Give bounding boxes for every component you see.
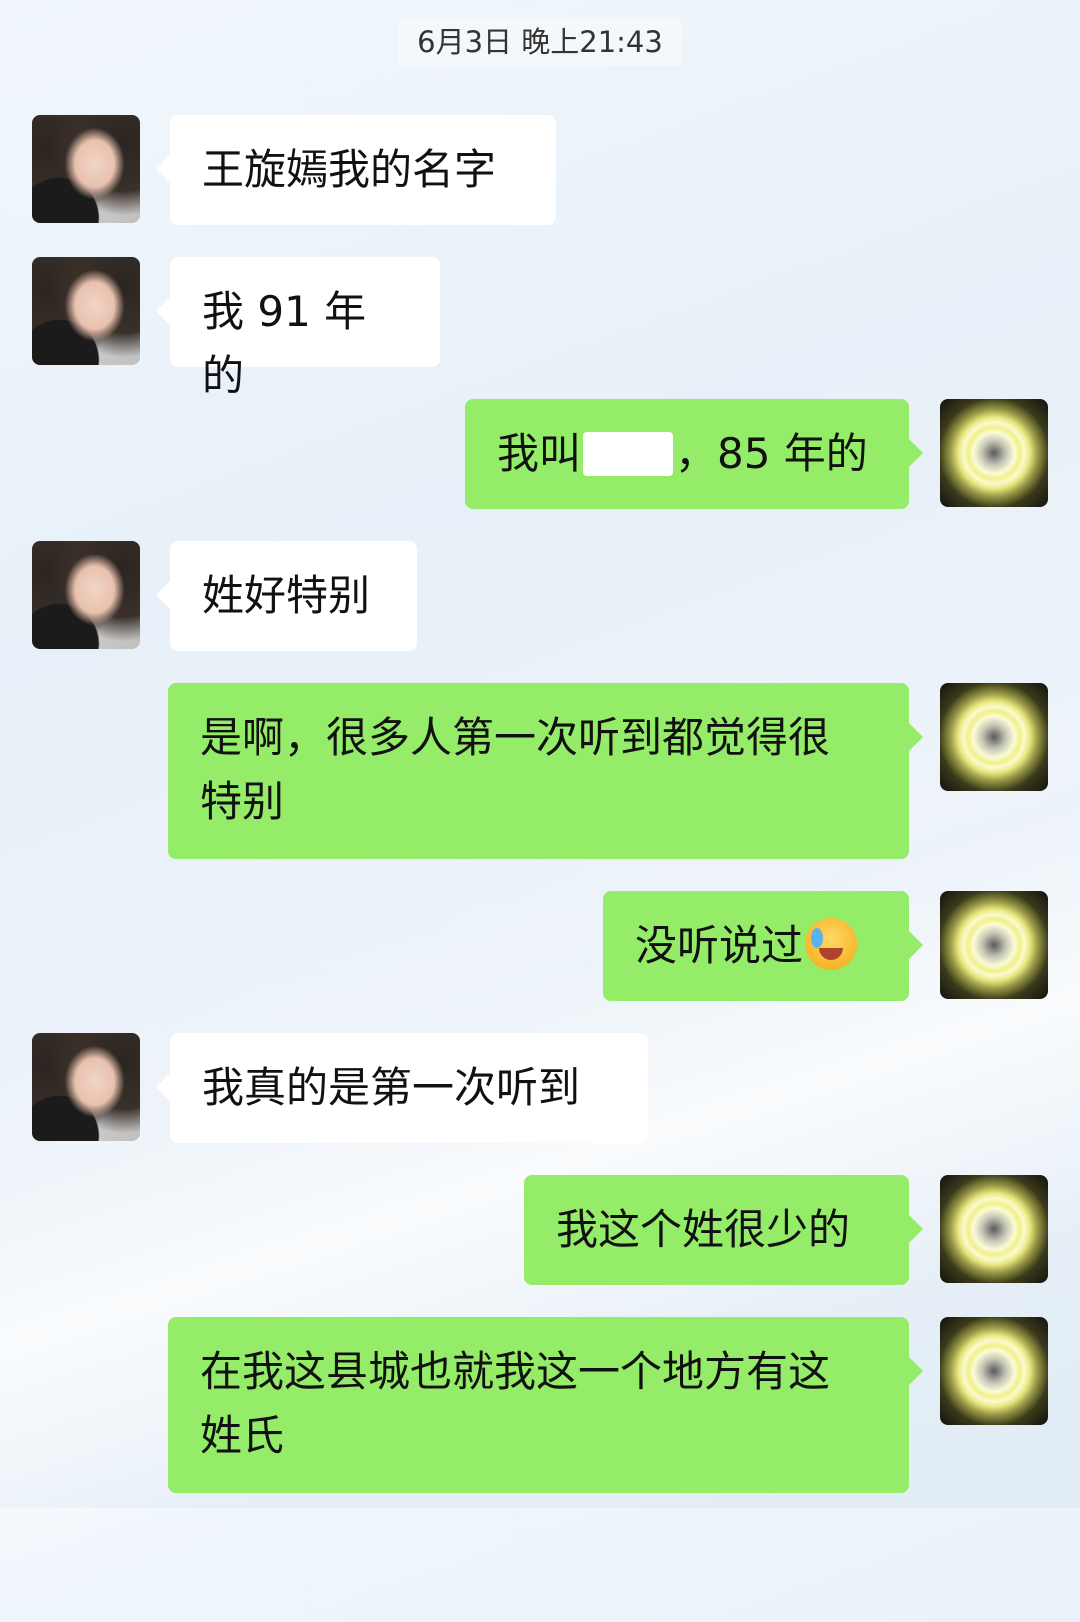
my-avatar[interactable] [940,1175,1048,1283]
message-bubble-sent[interactable]: 在我这县城也就我这一个地方有这 姓氏 [168,1317,923,1493]
message-text: 我叫 [497,429,582,478]
message-text: 没听说过 [635,921,804,970]
message-text: ，85 年的 [675,429,868,478]
message-text-line: 是啊，很多人第一次听到都觉得很 [200,713,831,762]
my-avatar[interactable] [940,683,1048,791]
message-bubble-sent[interactable]: 是啊，很多人第一次听到都觉得很 特别 [168,683,923,859]
message-text: 姓好特别 [202,571,371,620]
contact-avatar[interactable] [32,1033,140,1141]
message-bubble-received[interactable]: 我真的是第一次听到 [156,1033,648,1143]
message-bubble-received[interactable]: 姓好特别 [156,541,417,651]
message-text: 我这个姓很少的 [556,1205,851,1254]
message-text-line: 在我这县城也就我这一个地方有这 [200,1347,831,1396]
message-text: 我 91 年的 [202,287,367,400]
message-bubble-sent[interactable]: 没听说过 [603,891,923,1001]
message-timestamp: 6月3日 晚上21:43 [398,18,682,66]
message-bubble-received[interactable]: 我 91 年的 [156,257,440,400]
message-text: 王旋嫣我的名字 [202,145,497,194]
contact-avatar[interactable] [32,257,140,365]
redacted-name [583,432,674,476]
my-avatar[interactable] [940,399,1048,507]
my-avatar[interactable] [940,1317,1048,1425]
message-text: 我真的是第一次听到 [202,1063,581,1112]
message-bubble-sent[interactable]: 我这个姓很少的 [524,1175,923,1285]
my-avatar[interactable] [940,891,1048,999]
contact-avatar[interactable] [32,541,140,649]
facepalm-emoji-icon [805,918,858,970]
message-bubble-received[interactable]: 王旋嫣我的名字 [156,115,556,225]
contact-avatar[interactable] [32,115,140,223]
message-text-line: 特别 [200,777,285,826]
message-text-line: 姓氏 [200,1411,285,1460]
message-bubble-sent[interactable]: 我叫 ，85 年的 [465,399,923,509]
